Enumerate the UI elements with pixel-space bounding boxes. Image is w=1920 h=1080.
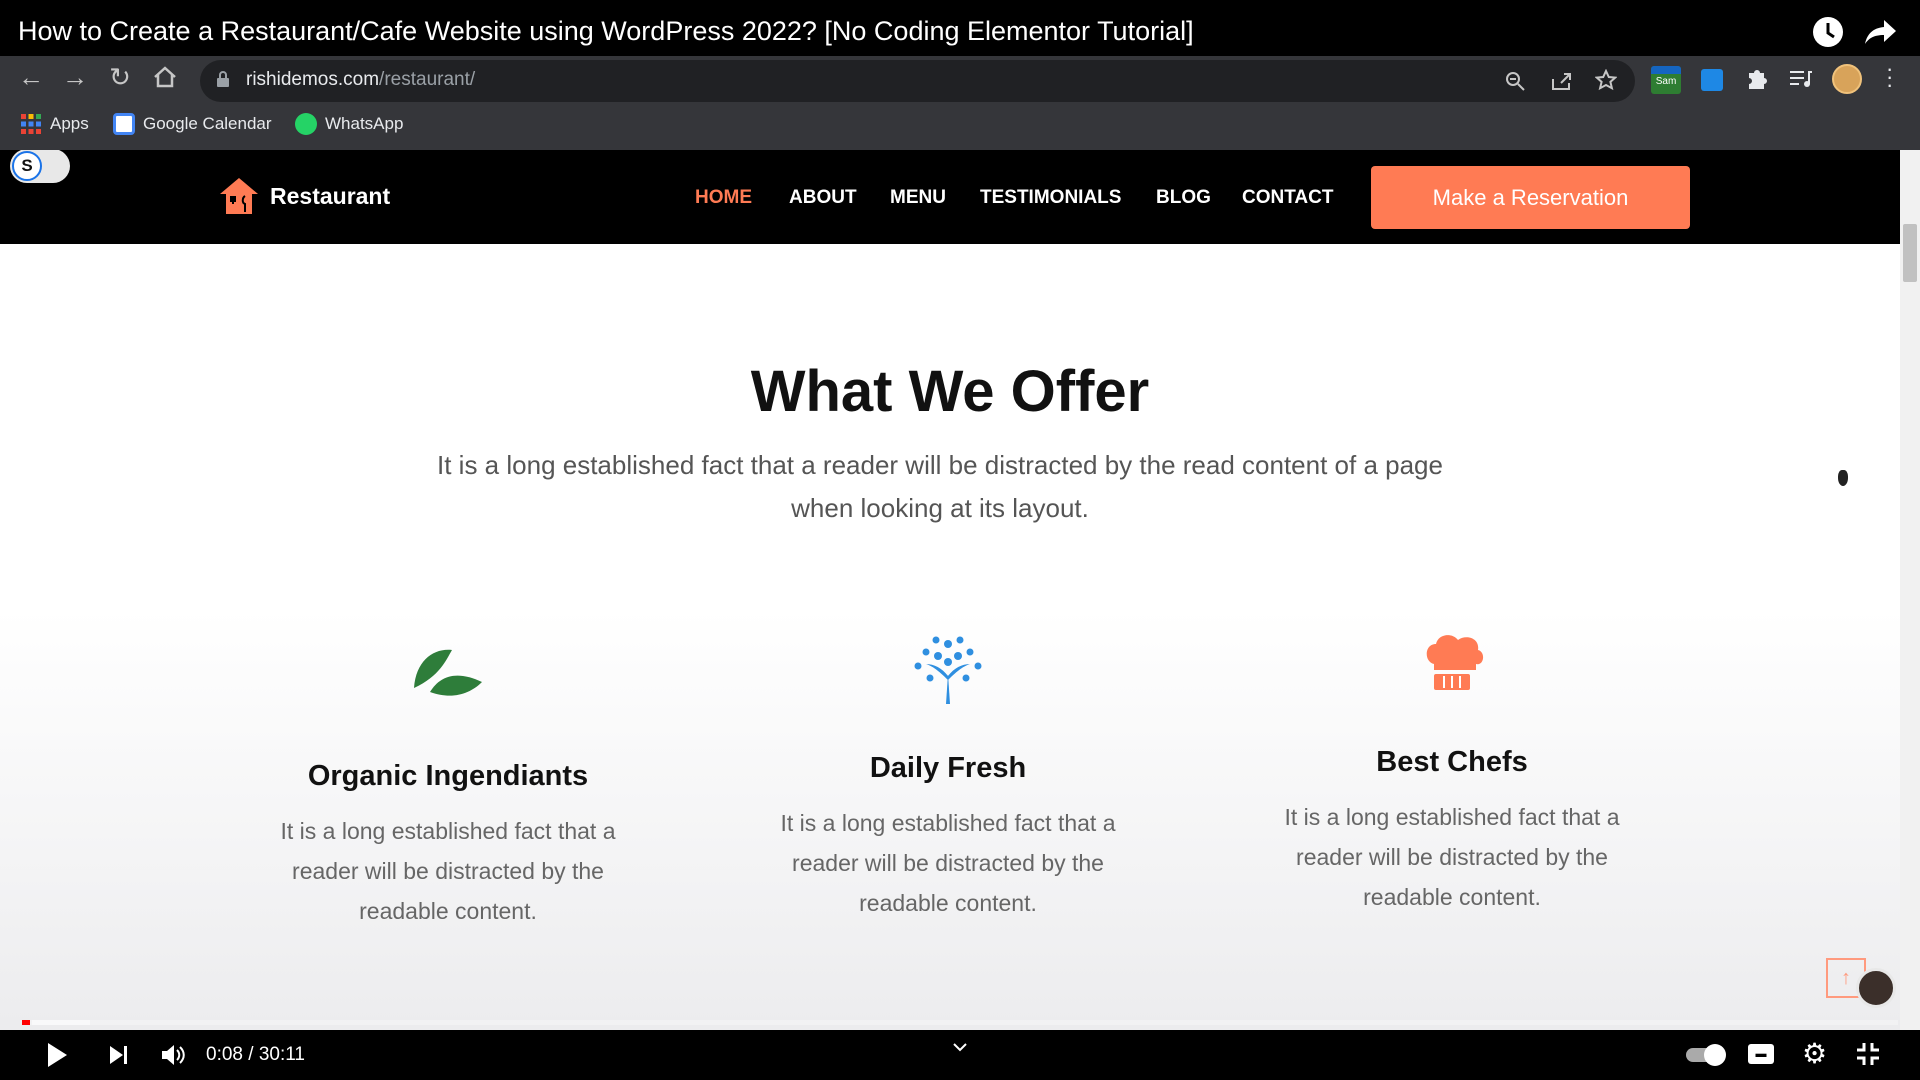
logo-text: Restaurant bbox=[270, 182, 391, 209]
forward-icon[interactable]: → bbox=[58, 60, 92, 94]
site-logo[interactable]: Restaurant bbox=[218, 176, 390, 216]
watch-later-icon[interactable] bbox=[1812, 16, 1844, 53]
page-scrollbar[interactable] bbox=[1900, 150, 1920, 1030]
browser-chrome: ← → ↻ rishidemos.com/restaurant/ Sam · · · bbox=[0, 56, 1920, 150]
bookmark-google-calendar[interactable]: Google Calendar bbox=[113, 113, 272, 135]
zoom-icon[interactable] bbox=[1505, 71, 1525, 96]
chrome-menu-icon[interactable]: · · · bbox=[1886, 58, 1893, 96]
share-page-icon[interactable] bbox=[1550, 71, 1572, 96]
bookmark-label: WhatsApp bbox=[325, 114, 404, 133]
video-progress-bar[interactable] bbox=[22, 1020, 1898, 1025]
exit-fullscreen-icon[interactable] bbox=[1856, 1042, 1880, 1071]
toggle-knob: S bbox=[12, 151, 42, 181]
web-page: Restaurant HOME ABOUT MENU TESTIMONIALS … bbox=[0, 150, 1900, 1030]
captions-icon[interactable]: ▬ bbox=[1748, 1044, 1774, 1064]
offer-card-best-chefs: Best Chefs It is a long established fact… bbox=[1222, 630, 1682, 917]
nav-testimonials[interactable]: TESTIMONIALS bbox=[980, 187, 1121, 209]
bookmark-label: Google Calendar bbox=[143, 114, 272, 133]
nav-menu[interactable]: MENU bbox=[890, 187, 946, 209]
card-text: It is a long established fact that a rea… bbox=[1284, 804, 1620, 910]
progress-fill bbox=[22, 1020, 30, 1025]
reload-icon[interactable]: ↻ bbox=[103, 60, 137, 94]
offer-card-organic: Organic Ingendiants It is a long establi… bbox=[218, 640, 678, 931]
lock-icon bbox=[217, 71, 229, 87]
video-title-bar: How to Create a Restaurant/Cafe Website … bbox=[0, 0, 1920, 56]
make-reservation-button[interactable]: Make a Reservation bbox=[1371, 166, 1690, 229]
card-title: Best Chefs bbox=[1376, 746, 1528, 778]
settings-gear-icon[interactable]: ⚙ bbox=[1802, 1040, 1827, 1068]
card-text: It is a long established fact that a rea… bbox=[280, 818, 616, 924]
extension-toggle[interactable]: S bbox=[10, 150, 70, 183]
tree-icon bbox=[718, 630, 1178, 730]
bookmark-whatsapp[interactable]: WhatsApp bbox=[295, 113, 403, 135]
nav-about[interactable]: ABOUT bbox=[789, 187, 857, 209]
chef-hat-icon bbox=[1222, 630, 1682, 730]
card-title: Organic Ingendiants bbox=[307, 760, 589, 792]
card-text: It is a long established fact that a rea… bbox=[780, 810, 1116, 916]
leaf-icon bbox=[218, 640, 678, 730]
section-title: What We Offer bbox=[750, 359, 1150, 424]
site-header: Restaurant HOME ABOUT MENU TESTIMONIALS … bbox=[0, 150, 1900, 244]
calendar-icon bbox=[113, 113, 135, 135]
mouse-cursor bbox=[1838, 470, 1848, 486]
logo-house-icon bbox=[220, 178, 258, 214]
nav-home[interactable]: HOME bbox=[695, 187, 752, 209]
chevron-down-icon[interactable] bbox=[952, 1040, 968, 1058]
video-title[interactable]: How to Create a Restaurant/Cafe Website … bbox=[18, 16, 1194, 47]
autoplay-toggle[interactable] bbox=[1686, 1044, 1728, 1066]
next-icon[interactable] bbox=[108, 1044, 130, 1071]
share-icon[interactable] bbox=[1864, 18, 1898, 51]
play-icon[interactable] bbox=[46, 1042, 68, 1073]
player-controls: 0:08 / 30:11 ▬ ⚙ bbox=[0, 1030, 1920, 1080]
extensions-puzzle-icon[interactable] bbox=[1745, 67, 1767, 96]
url-path: /restaurant/ bbox=[379, 69, 476, 90]
url-host: rishidemos.com bbox=[246, 69, 380, 90]
time-display: 0:08 / 30:11 bbox=[206, 1044, 305, 1065]
offer-card-daily-fresh: Daily Fresh It is a long established fac… bbox=[718, 630, 1178, 923]
media-control-icon[interactable] bbox=[1789, 69, 1813, 94]
card-title: Daily Fresh bbox=[869, 752, 1027, 784]
bookmark-star-icon[interactable] bbox=[1594, 68, 1618, 96]
extension-calendar-icon[interactable]: Sam bbox=[1651, 66, 1681, 94]
back-icon[interactable]: ← bbox=[14, 60, 48, 94]
bookmark-apps[interactable]: Apps bbox=[20, 113, 89, 135]
extension-badge: Sam bbox=[1655, 76, 1677, 87]
address-bar[interactable]: rishidemos.com/restaurant/ bbox=[200, 60, 1635, 102]
volume-icon[interactable] bbox=[160, 1043, 186, 1072]
profile-avatar[interactable] bbox=[1832, 64, 1862, 94]
section-subtitle: It is a long established fact that a rea… bbox=[437, 450, 1443, 523]
extension-blue-icon[interactable] bbox=[1701, 69, 1723, 91]
buffered-bar bbox=[32, 1020, 90, 1025]
home-icon[interactable] bbox=[152, 65, 178, 94]
whatsapp-icon bbox=[295, 113, 317, 135]
nav-contact[interactable]: CONTACT bbox=[1242, 187, 1333, 209]
apps-grid-icon bbox=[21, 114, 41, 134]
scrollbar-thumb[interactable] bbox=[1903, 224, 1917, 282]
bookmark-label: Apps bbox=[50, 114, 89, 133]
nav-blog[interactable]: BLOG bbox=[1156, 187, 1211, 209]
presenter-avatar bbox=[1856, 968, 1896, 1008]
